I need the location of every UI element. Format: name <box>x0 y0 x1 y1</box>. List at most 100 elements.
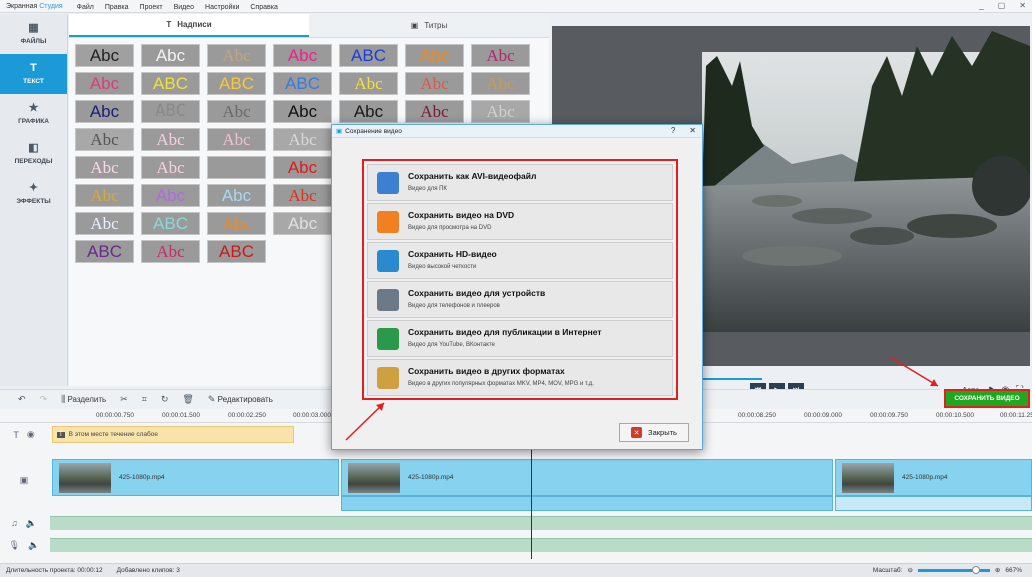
voice-track-header: 🎙 🔈 <box>0 538 48 552</box>
text-style-preset[interactable] <box>207 156 266 179</box>
save-option-3[interactable]: Сохранить видео для устройств Видео для т… <box>367 281 673 318</box>
text-style-preset[interactable]: ABC <box>207 240 266 263</box>
close-button[interactable]: ✕ Закрыть <box>619 423 689 442</box>
clip-audio-strip[interactable] <box>341 496 833 511</box>
zoom-slider[interactable] <box>917 565 990 574</box>
save-option-2[interactable]: Сохранить HD-видео Видео высокой четкости <box>367 242 673 279</box>
menu-video[interactable]: Видео <box>174 4 194 11</box>
video-clip-3[interactable]: 425-1080p.mp4 <box>835 459 1032 496</box>
text-style-preset[interactable]: ABC <box>207 72 266 95</box>
text-style-preset[interactable]: Abc <box>141 156 200 179</box>
sidebar-item-1[interactable]: T ТЕКСТ <box>0 54 67 94</box>
text-style-preset[interactable]: Abc <box>75 212 134 235</box>
text-style-preset[interactable]: Abc <box>339 72 398 95</box>
text-style-preset[interactable]: Abc <box>207 184 266 207</box>
edit-icon: ✎ <box>207 394 216 404</box>
text-style-preset[interactable]: Abc <box>471 72 530 95</box>
text-style-preset[interactable]: Abc <box>273 184 332 207</box>
tab-titles[interactable]: ▣ Титры <box>309 14 549 37</box>
text-style-preset[interactable]: Abc <box>339 100 398 123</box>
clip-name: 425-1080p.mp4 <box>119 474 165 481</box>
volume-icon[interactable]: 🔈 <box>28 540 39 551</box>
edit-button[interactable]: ✎ Редактировать <box>208 394 273 405</box>
zoom-in-icon[interactable]: ⊕ <box>995 566 1000 574</box>
text-style-preset[interactable]: Abc <box>141 184 200 207</box>
volume-icon[interactable]: 🔈 <box>26 518 37 529</box>
save-option-1[interactable]: Сохранить видео на DVD Видео для просмотр… <box>367 203 673 240</box>
text-style-preset[interactable]: Abc <box>471 44 530 67</box>
clip-audio-strip[interactable] <box>835 496 1032 511</box>
delete-icon[interactable]: 🗑 <box>182 394 193 405</box>
maximize-icon[interactable]: ▢ <box>998 1 1006 10</box>
minimize-icon[interactable]: _ <box>979 1 983 10</box>
zoom-slider-handle[interactable] <box>972 565 981 574</box>
text-style-preset[interactable]: ABC <box>141 212 200 235</box>
text-style-preset[interactable]: Abc <box>273 100 332 123</box>
cut-icon[interactable]: ✂ <box>120 394 128 405</box>
menu-help[interactable]: Справка <box>250 4 277 11</box>
close-icon[interactable]: ✕ <box>1019 1 1026 10</box>
text-style-preset[interactable]: Abc <box>75 72 134 95</box>
menu-edit[interactable]: Правка <box>105 4 129 11</box>
close-icon[interactable]: ✕ <box>689 126 696 135</box>
text-style-preset[interactable]: ABC <box>273 72 332 95</box>
menu-file[interactable]: Файл <box>77 4 94 11</box>
split-button[interactable]: ⫼ Разделить <box>61 394 106 405</box>
help-icon[interactable]: ? <box>671 126 675 135</box>
redo-icon[interactable]: ↷ <box>40 394 48 405</box>
save-option-title: Сохранить HD-видео <box>408 249 497 259</box>
menu-settings[interactable]: Настройки <box>205 4 239 11</box>
voice-track[interactable] <box>50 538 1032 552</box>
rotate-icon[interactable]: ↻ <box>161 394 169 405</box>
text-style-preset[interactable]: Abc <box>207 100 266 123</box>
clip-thumbnail <box>842 462 894 493</box>
tab-captions[interactable]: T Надписи <box>69 14 309 37</box>
text-style-preset[interactable]: Abc <box>207 212 266 235</box>
text-style-preset[interactable]: Abc <box>141 44 200 67</box>
text-style-preset[interactable]: Abc <box>405 72 464 95</box>
text-clip[interactable]: TВ этом месте течение слабое <box>52 426 294 443</box>
text-clip-icon: T <box>57 431 65 438</box>
text-style-preset[interactable]: Abc <box>75 184 134 207</box>
save-option-5[interactable]: Сохранить видео в других форматах Видео в… <box>367 359 673 396</box>
text-style-preset[interactable]: ABC <box>141 100 200 123</box>
text-style-preset[interactable]: Abc <box>141 240 200 263</box>
sidebar-item-2[interactable]: ★ ГРАФИКА <box>0 94 67 134</box>
sidebar-item-4[interactable]: ✦ ЭФФЕКТЫ <box>0 174 67 214</box>
text-style-preset[interactable]: Abc <box>273 128 332 151</box>
crop-icon[interactable]: ⌗ <box>142 394 147 405</box>
video-clip-2[interactable]: 425-1080p.mp4 <box>341 459 833 496</box>
text-style-preset[interactable]: Abc <box>405 44 464 67</box>
text-style-preset[interactable]: Abc <box>207 128 266 151</box>
text-style-preset[interactable]: Abc <box>75 156 134 179</box>
playback-progress[interactable] <box>702 378 762 380</box>
save-option-0[interactable]: Сохранить как AVI-видеофайл Видео для ПК <box>367 164 673 201</box>
text-track-icon: T <box>13 429 19 440</box>
menu-project[interactable]: Проект <box>140 4 163 11</box>
video-clip-1[interactable]: 425-1080p.mp4 <box>52 459 339 496</box>
music-track[interactable] <box>50 516 1032 530</box>
text-style-preset[interactable]: Abc <box>141 128 200 151</box>
text-style-preset[interactable]: Abc <box>75 128 134 151</box>
save-option-4[interactable]: Сохранить видео для публикации в Интерне… <box>367 320 673 357</box>
text-style-preset[interactable]: ABC <box>141 72 200 95</box>
eye-icon[interactable]: ◉ <box>27 429 35 440</box>
text-style-preset[interactable]: Abc <box>207 44 266 67</box>
text-style-preset[interactable]: Abc <box>273 44 332 67</box>
sidebar-item-3[interactable]: ◧ ПЕРЕХОДЫ <box>0 134 67 174</box>
text-style-preset[interactable]: ABC <box>339 44 398 67</box>
text-style-preset[interactable]: Abc <box>75 100 134 123</box>
transitions-icon: ◧ <box>28 142 39 154</box>
text-style-preset[interactable]: ABC <box>75 240 134 263</box>
undo-icon[interactable]: ↶ <box>18 394 26 405</box>
ruler-tick-label: 00:00:01.500 <box>162 412 200 419</box>
zoom-out-icon[interactable]: ⊖ <box>907 566 912 574</box>
text-style-preset[interactable]: Abc <box>273 156 332 179</box>
text-style-preset[interactable]: Abc <box>75 44 134 67</box>
sidebar-item-0[interactable]: ▦ ФАЙЛЫ <box>0 14 67 54</box>
save-video-button[interactable]: СОХРАНИТЬ ВИДЕО <box>944 389 1030 408</box>
text-style-preset[interactable]: Abc <box>405 100 464 123</box>
text-style-preset[interactable]: Abc <box>471 100 530 123</box>
ruler-tick-label: 00:00:11.250 <box>1000 412 1032 419</box>
text-style-preset[interactable]: Abc <box>273 212 332 235</box>
